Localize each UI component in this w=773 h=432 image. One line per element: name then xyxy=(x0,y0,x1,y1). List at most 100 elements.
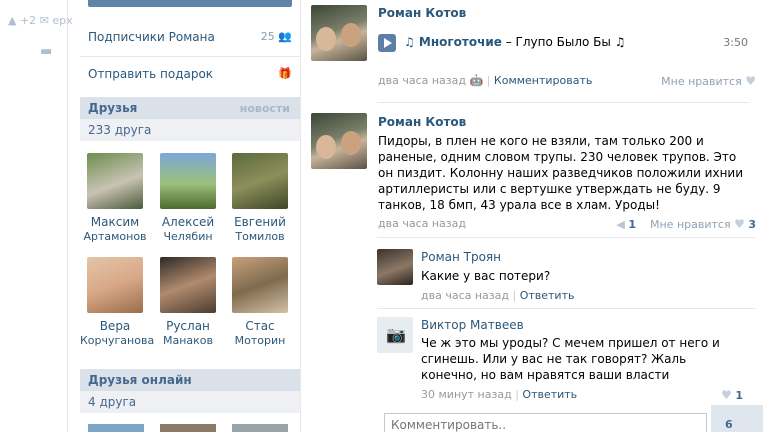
megaphone-icon[interactable]: ◀ xyxy=(616,218,624,231)
friend-last-name[interactable]: Артамонов xyxy=(80,230,150,244)
friend-last-name[interactable]: Моторин xyxy=(225,334,295,348)
subscribers-label: Подписчики Романа xyxy=(88,30,215,44)
repost-count[interactable]: 1 xyxy=(628,218,636,231)
reply-link[interactable]: Ответить xyxy=(520,289,575,302)
android-icon: 🤖 xyxy=(469,74,484,87)
send-message-button[interactable] xyxy=(88,0,292,7)
camera-icon: 📷 xyxy=(386,325,406,344)
post-author[interactable]: Роман Котов xyxy=(378,6,466,20)
online-count: 4 друга xyxy=(88,395,137,409)
commenter-name[interactable]: Роман Троян xyxy=(421,250,501,264)
friend-card[interactable]: Алексей Челябин xyxy=(153,153,223,244)
comment-like-count: 1 xyxy=(735,389,743,402)
friends-header: Друзья новости xyxy=(80,97,300,119)
friend-first-name[interactable]: Стас xyxy=(225,319,295,334)
people-icon: 👥 xyxy=(278,30,292,43)
commenter-avatar[interactable] xyxy=(377,249,413,285)
author-avatar[interactable] xyxy=(311,113,367,169)
friend-first-name[interactable]: Максим xyxy=(80,215,150,230)
friend-photo[interactable] xyxy=(232,153,288,209)
friend-first-name[interactable]: Вера xyxy=(80,319,150,334)
friend-last-name[interactable]: Корчуганова xyxy=(80,334,154,348)
envelope-icon: ✉ xyxy=(39,14,49,27)
friend-photo[interactable] xyxy=(160,257,216,313)
left-navigation: ▲ +2 ✉ ерх ▬ xyxy=(0,0,73,432)
post-time[interactable]: два часа назад xyxy=(378,217,466,230)
comment-time[interactable]: 30 минут назад xyxy=(421,388,512,401)
post-meta: два часа назад 🤖 | Комментировать xyxy=(378,74,593,87)
heart-icon: ♥ xyxy=(745,74,756,88)
send-gift-link[interactable]: Отправить подарок 🎁 xyxy=(88,67,292,81)
audio-song: – Глупо Было Бы ♫ xyxy=(501,35,626,49)
online-friends-title[interactable]: Друзья онлайн xyxy=(88,373,192,387)
friends-count-bar[interactable]: 233 друга xyxy=(80,119,300,141)
audio-artist[interactable]: ♫ Многоточие xyxy=(404,35,502,49)
post-text: Пидоры, в плен не кого не взяли, там тол… xyxy=(378,134,744,212)
subscribers-count: 25 xyxy=(260,30,275,43)
scroll-up-link[interactable]: ▲ +2 ✉ ерх xyxy=(8,14,73,27)
up-count: +2 xyxy=(19,14,37,27)
wall-feed: Роман Котов ♫ Многоточие – Глупо Было Бы… xyxy=(300,0,773,432)
friend-card[interactable]: Евгений Томилов xyxy=(225,153,295,244)
friend-first-name[interactable]: Руслан xyxy=(153,319,223,334)
heart-icon[interactable]: ♥ xyxy=(734,217,745,231)
post-meta: два часа назад xyxy=(378,217,466,230)
friend-photo[interactable] xyxy=(232,424,288,432)
comment-link[interactable]: Комментировать xyxy=(494,74,592,87)
post-author[interactable]: Роман Котов xyxy=(378,115,466,129)
friend-last-name[interactable]: Манаков xyxy=(153,334,223,348)
friend-card[interactable]: Руслан Манаков xyxy=(153,257,223,348)
comment-time[interactable]: два часа назад xyxy=(421,289,509,302)
friend-photo[interactable] xyxy=(88,424,144,432)
comment-input[interactable] xyxy=(385,414,706,432)
up-arrow-icon: ▲ xyxy=(8,14,17,27)
commenter-name[interactable]: Виктор Матвеев xyxy=(421,318,524,332)
comment-like-button[interactable]: ♥ 1 xyxy=(721,388,743,402)
friend-first-name[interactable]: Алексей xyxy=(153,215,223,230)
notification-badge[interactable]: 6 xyxy=(711,405,763,432)
like-button[interactable]: Мне нравится ♥ xyxy=(661,74,756,88)
subscribers-count-wrap: 25 👥 xyxy=(261,30,292,43)
profile-sidebar: Подписчики Романа 25 👥 Отправить подарок… xyxy=(80,0,300,432)
reply-link[interactable]: Ответить xyxy=(522,388,577,401)
friend-photo[interactable] xyxy=(232,257,288,313)
friend-last-name[interactable]: Челябин xyxy=(153,230,223,244)
comments-divider xyxy=(377,308,755,309)
audio-duration: 3:50 xyxy=(723,36,748,49)
friend-first-name[interactable]: Евгений xyxy=(225,215,295,230)
gift-label: Отправить подарок xyxy=(88,67,214,81)
comment-meta: 30 минут назад | Ответить xyxy=(421,388,578,401)
friends-title[interactable]: Друзья xyxy=(88,101,137,115)
post-time[interactable]: два часа назад xyxy=(378,74,466,87)
online-count-bar[interactable]: 4 друга xyxy=(80,391,300,413)
comment-text: Какие у вас потери? xyxy=(421,269,551,283)
friends-news-link[interactable]: новости xyxy=(240,102,290,115)
author-avatar[interactable] xyxy=(311,5,367,61)
up-text: ерх xyxy=(52,14,73,27)
play-icon[interactable] xyxy=(378,34,396,52)
comment-input-box[interactable] xyxy=(384,413,707,432)
like-label: Мне нравится xyxy=(661,75,742,88)
audio-track: ♫ Многоточие – Глупо Было Бы ♫ 3:50 xyxy=(378,33,748,53)
friend-card[interactable]: Вера Корчуганова xyxy=(80,257,154,348)
friend-photo[interactable] xyxy=(160,153,216,209)
friend-photo[interactable] xyxy=(160,424,216,432)
friend-card[interactable]: Максим Артамонов xyxy=(80,153,150,244)
comment-meta: два часа назад | Ответить xyxy=(421,289,575,302)
audio-title[interactable]: ♫ Многоточие – Глупо Было Бы ♫ xyxy=(404,35,625,49)
friend-photo[interactable] xyxy=(87,153,143,209)
subscribers-link[interactable]: Подписчики Романа 25 👥 xyxy=(88,30,292,44)
post-divider xyxy=(377,102,749,103)
friend-card[interactable]: Стас Моторин xyxy=(225,257,295,348)
chat-bubble-icon[interactable]: ▬ xyxy=(40,44,56,59)
comment-text: Че ж это мы уроды? С мечем пришел от нег… xyxy=(421,336,720,382)
online-friends-header: Друзья онлайн xyxy=(80,369,300,391)
like-label[interactable]: Мне нравится xyxy=(650,218,731,231)
comments-divider xyxy=(377,237,755,238)
commenter-avatar[interactable]: 📷 xyxy=(377,317,413,353)
like-count[interactable]: 3 xyxy=(748,218,756,231)
friends-count: 233 друга xyxy=(88,123,152,137)
divider xyxy=(80,56,300,57)
friend-last-name[interactable]: Томилов xyxy=(225,230,295,244)
friend-photo[interactable] xyxy=(87,257,143,313)
